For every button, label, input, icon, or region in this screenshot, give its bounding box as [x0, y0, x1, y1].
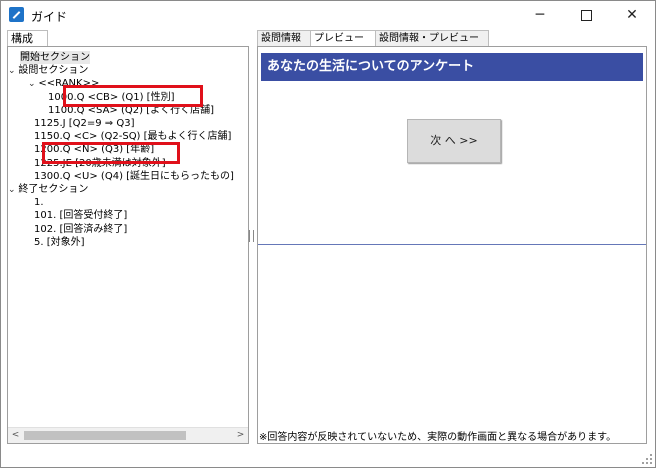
survey-title: あなたの生活についてのアンケート: [261, 53, 643, 81]
title-bar[interactable]: ガイド ─ ✕: [1, 1, 655, 29]
window-title: ガイド: [31, 10, 68, 24]
tree-item[interactable]: 1125.J [Q2=9 ⇒ Q3]: [34, 117, 135, 130]
tree-item-label: 開始セクション: [20, 52, 90, 63]
tree-item[interactable]: 1.: [34, 196, 44, 209]
scrollbar-thumb[interactable]: [24, 431, 186, 440]
tree-item-label: 101. [回答受付終了]: [34, 210, 128, 222]
tree-item-label: 設問セクション: [18, 65, 89, 77]
tree-item[interactable]: ⌄ 設問セクション: [8, 64, 88, 77]
preview-pane: あなたの生活についてのアンケート 次 へ >> ※回答内容が反映されていないため…: [257, 46, 647, 444]
chevron-down-icon[interactable]: ⌄: [8, 185, 18, 195]
minimize-button[interactable]: ─: [517, 1, 563, 29]
tree-item-label: 1125.J [Q2=9 ⇒ Q3]: [34, 118, 135, 129]
tree-item[interactable]: 開始セクション: [20, 51, 90, 64]
app-icon: [9, 7, 24, 22]
preview-divider: [258, 244, 646, 245]
tree-item-label: 1.: [34, 197, 44, 209]
tree-item[interactable]: 101. [回答受付終了]: [34, 209, 127, 222]
tree-item-label: 1150.Q <C> (Q2-SQ) [最もよく行く店舗]: [34, 131, 232, 143]
tab-question-info-preview[interactable]: 設問情報・プレビュー: [375, 30, 489, 46]
highlight-box-q1: [63, 85, 203, 107]
guide-window: ガイド ─ ✕ 構成 開始セクション ⌄ 設問セクション ⌄ <<RANK>> 100…: [0, 0, 656, 468]
chevron-down-icon[interactable]: ⌄: [8, 66, 18, 76]
scroll-left-icon[interactable]: <: [8, 428, 23, 443]
tab-preview[interactable]: プレビュー: [310, 30, 376, 47]
tree-item-label: 1300.Q <U> (Q4) [誕生日にもらったもの]: [34, 170, 234, 182]
scroll-right-icon[interactable]: >: [233, 428, 248, 443]
chevron-down-icon[interactable]: ⌄: [28, 79, 38, 89]
tree-item[interactable]: 5. [対象外]: [34, 236, 85, 249]
maximize-button[interactable]: [563, 1, 609, 29]
close-button[interactable]: ✕: [609, 1, 655, 29]
resize-grip-icon[interactable]: [642, 454, 652, 464]
panel-splitter-handle[interactable]: [249, 230, 254, 242]
tree-item[interactable]: ⌄ 終了セクション: [8, 183, 88, 196]
tab-question-info[interactable]: 設問情報: [257, 30, 311, 46]
maximize-icon: [580, 9, 592, 21]
preview-note: ※回答内容が反映されていないため、実際の動作画面と異なる場合があります。: [259, 432, 617, 443]
tree-item-label: 102. [回答済み終了]: [34, 223, 128, 235]
tree-item[interactable]: 1300.Q <U> (Q4) [誕生日にもらったもの]: [34, 170, 234, 183]
tree-item-label: 終了セクション: [18, 184, 89, 195]
tab-structure[interactable]: 構成: [7, 30, 48, 47]
horizontal-scrollbar[interactable]: < >: [8, 427, 248, 443]
next-button[interactable]: 次 へ >>: [407, 119, 501, 163]
highlight-box-q3: [42, 142, 180, 164]
tree-item-label: 5. [対象外]: [34, 236, 85, 248]
tree-item[interactable]: 102. [回答済み終了]: [34, 223, 127, 236]
